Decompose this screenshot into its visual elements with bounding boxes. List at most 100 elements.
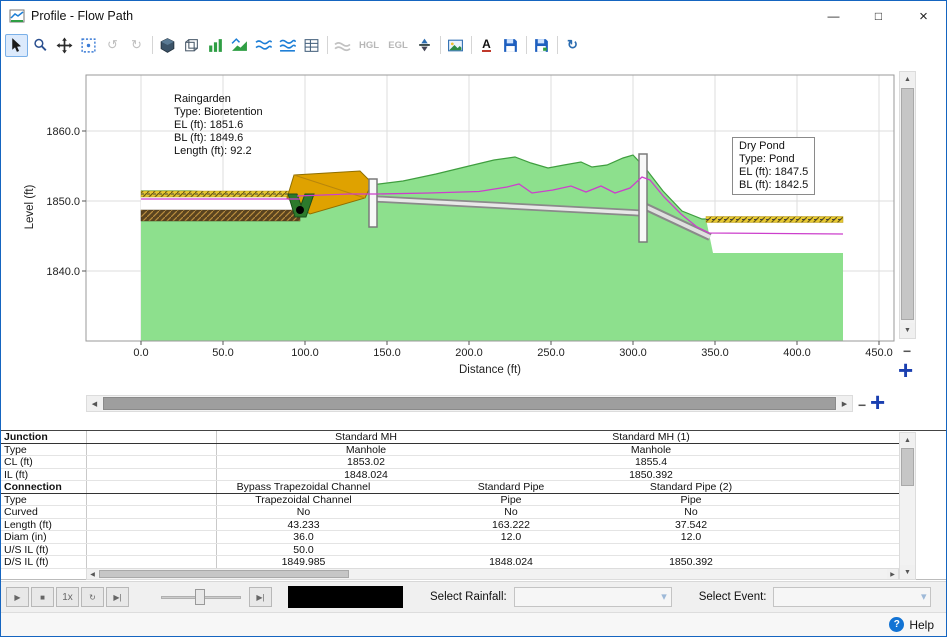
- scroll-down-button[interactable]: ▼: [900, 565, 915, 579]
- zoom-extents-button[interactable]: [77, 34, 100, 57]
- close-button[interactable]: ×: [901, 1, 946, 31]
- x-tick: 200.0: [455, 347, 483, 359]
- chart-horizontal-scrollbar[interactable]: ◀ ▶: [86, 395, 853, 412]
- save-icon: [504, 38, 517, 52]
- scroll-down-button[interactable]: ▼: [900, 323, 915, 338]
- refresh-button[interactable]: ↻: [561, 34, 584, 57]
- wireframe-button[interactable]: [180, 34, 203, 57]
- data-table-button[interactable]: [300, 34, 323, 57]
- help-button[interactable]: ? Help: [889, 617, 934, 632]
- scroll-right-button[interactable]: ▶: [887, 569, 898, 579]
- egl-button[interactable]: EGL: [384, 34, 412, 57]
- view-3d-button[interactable]: [156, 34, 179, 57]
- magnifier-icon: [34, 38, 47, 51]
- y-tick: 1850.0: [46, 196, 80, 208]
- row-label: IL (ft): [4, 468, 29, 481]
- water-levels-button[interactable]: [252, 34, 275, 57]
- annotation-line: EL (ft): 1851.6: [174, 119, 244, 131]
- cell: 12.0: [500, 531, 522, 543]
- cell: Pipe: [680, 493, 702, 506]
- toolbar-separator: [557, 36, 558, 54]
- scroll-left-button[interactable]: ◀: [87, 569, 98, 579]
- scrollbar-thumb[interactable]: [99, 570, 349, 578]
- flow-depth-button[interactable]: [276, 34, 299, 57]
- chart-vertical-scrollbar[interactable]: ▲ ▼: [899, 71, 916, 339]
- scroll-up-button[interactable]: ▲: [900, 72, 915, 87]
- annotation-line: BL (ft): 1842.5: [739, 179, 809, 191]
- pan-button[interactable]: [53, 34, 76, 57]
- cell: Pipe: [500, 493, 522, 506]
- table-row: Connection Bypass Trapezoidal Channel St…: [1, 481, 899, 494]
- snapshot-button[interactable]: [444, 34, 467, 57]
- cell: No: [684, 506, 698, 518]
- scroll-left-button[interactable]: ◀: [87, 396, 102, 411]
- rotate-right-button[interactable]: ↻: [125, 34, 148, 57]
- cursor-icon: [12, 37, 21, 52]
- image-icon: [448, 39, 463, 51]
- table-horizontal-scrollbar[interactable]: ◀ ▶: [86, 568, 899, 580]
- surface-icon: [231, 37, 247, 51]
- export-image-button[interactable]: [530, 34, 553, 57]
- step-forward-button[interactable]: ▶|: [106, 587, 129, 607]
- profile-chart[interactable]: 1860.0 1850.0 1840.0 0.0 50.0 100.0 150.…: [9, 67, 898, 393]
- scrollbar-thumb[interactable]: [103, 397, 836, 410]
- cell: Bypass Trapezoidal Channel: [236, 481, 371, 493]
- surface-button[interactable]: [228, 34, 251, 57]
- cell: 43.233: [287, 518, 320, 531]
- playback-bar: ▶ ■ 1x ↻ ▶| ▶| Select Rainfall: ▾ Select…: [1, 581, 946, 612]
- channel-section: [140, 190, 301, 222]
- scrollbar-thumb[interactable]: [901, 448, 914, 486]
- x-tick: 50.0: [212, 347, 233, 359]
- hscroll-zoom-out-button[interactable]: −: [858, 397, 866, 413]
- minimize-button[interactable]: —: [811, 1, 856, 31]
- y-axis-title: Level (ft): [24, 184, 36, 229]
- select-tool-button[interactable]: [5, 33, 28, 57]
- cell: 1849.985: [281, 556, 326, 568]
- toolbar-separator: [526, 36, 527, 54]
- slider-thumb[interactable]: [195, 589, 205, 605]
- levels-button[interactable]: [204, 34, 227, 57]
- select-event-dropdown[interactable]: ▾: [773, 587, 932, 607]
- cell: Standard MH: [335, 431, 397, 443]
- cell: 1855.4: [634, 456, 668, 468]
- flip-profile-button[interactable]: [413, 34, 436, 57]
- chevron-down-icon: ▾: [661, 591, 667, 603]
- annotation-line: Raingarden: [174, 93, 231, 105]
- max-level-button[interactable]: [331, 34, 354, 57]
- rotate-left-button[interactable]: ↺: [101, 34, 124, 57]
- scroll-right-button[interactable]: ▶: [837, 396, 852, 411]
- select-rainfall-dropdown[interactable]: ▾: [513, 587, 672, 607]
- timeline-slider[interactable]: [161, 587, 241, 607]
- cell: 1850.392: [669, 556, 713, 568]
- dry-pond-annotation: Dry Pond Type: Pond EL (ft): 1847.5 BL (…: [732, 137, 816, 195]
- chart-zoom-in-button[interactable]: +: [898, 355, 913, 386]
- row-label: Type: [4, 443, 27, 456]
- play-button[interactable]: ▶: [6, 587, 29, 607]
- cell: Trapezoidal Channel: [255, 493, 352, 506]
- table-row: IL (ft) 1848.024 1850.392: [1, 468, 899, 481]
- stop-button[interactable]: ■: [31, 587, 54, 607]
- hgl-button[interactable]: HGL: [355, 34, 383, 57]
- scroll-up-button[interactable]: ▲: [900, 433, 915, 447]
- table-row: Curved No No No: [1, 506, 899, 519]
- raingarden-annotation: Raingarden Type: Bioretention EL (ft): 1…: [174, 93, 263, 158]
- profile-chart-area[interactable]: 1860.0 1850.0 1840.0 0.0 50.0 100.0 150.…: [1, 59, 946, 426]
- event-label: Select Event:: [698, 591, 767, 603]
- zoom-window-button[interactable]: [29, 34, 52, 57]
- cell: 1850.392: [629, 468, 673, 481]
- annotation-button[interactable]: A: [475, 34, 498, 57]
- maximize-button[interactable]: □: [856, 1, 901, 31]
- annotation-line: Dry Pond: [739, 140, 785, 152]
- toolbar: ↺ ↻ HGL EGL A ↻: [1, 31, 946, 59]
- cell: 163.222: [492, 518, 530, 531]
- titlebar: Profile - Flow Path — □ ×: [1, 1, 946, 31]
- speed-button[interactable]: 1x: [56, 587, 79, 607]
- skip-end-button[interactable]: ▶|: [249, 587, 272, 607]
- repeat-button[interactable]: ↻: [81, 587, 104, 607]
- save-button[interactable]: [499, 34, 522, 57]
- waves-icon: [255, 39, 272, 50]
- cell: 50.0: [293, 543, 314, 556]
- hscroll-zoom-in-button[interactable]: +: [870, 387, 885, 418]
- table-vertical-scrollbar[interactable]: ▲ ▼: [899, 432, 916, 580]
- scrollbar-thumb[interactable]: [901, 88, 914, 320]
